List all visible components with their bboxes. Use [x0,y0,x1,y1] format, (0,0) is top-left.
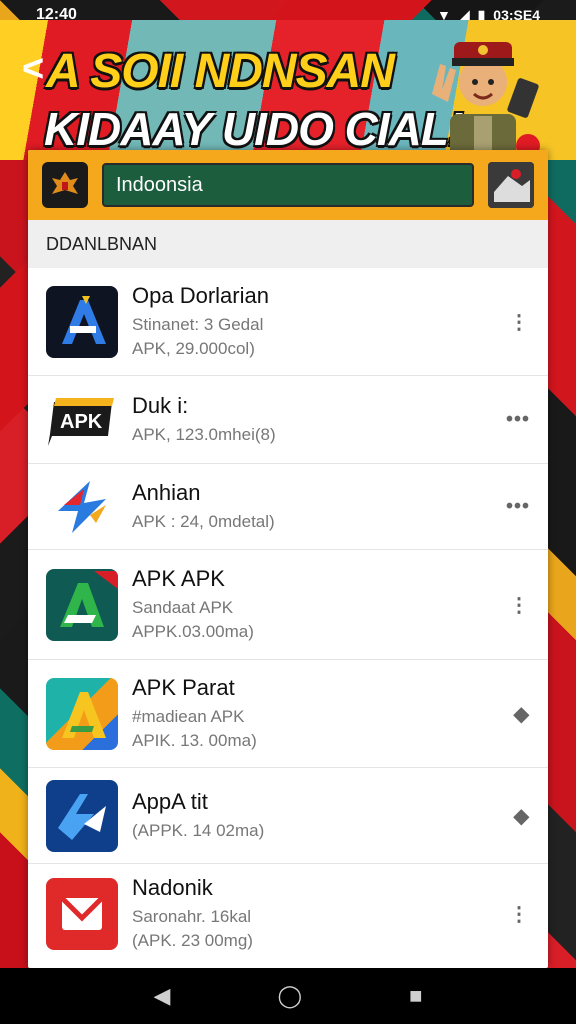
app-detail: APK : 24, 0mdetal) [132,511,275,531]
app-size: APIK. 13. 00ma) [132,730,257,750]
banner-title-line2: KIDAAY UIDO CIAL! [44,103,463,155]
list-item[interactable]: AppA tit (APPK. 14 02ma) ◆ [28,768,548,864]
app-name: Anhian [132,479,201,505]
list-item[interactable]: Anhian APK : 24, 0mdetal) ••• [28,464,548,550]
back-arrow-icon[interactable]: < [22,48,44,91]
svg-text:APK: APK [60,411,103,433]
app-detail: #madiean APK [132,706,245,726]
more-options-icon[interactable]: ••• [506,408,530,431]
banner-title-line1: A SOII NDNSAN [46,45,395,98]
app-text: Anhian APK : 24, 0mdetal) [132,480,530,534]
more-options-icon[interactable]: ⋮ [509,309,530,334]
list-item[interactable]: Nadonik Saronahr. 16kal (APK. 23 00mg) ⋮ [28,864,548,964]
list-item[interactable]: APK Parat #madiean APK APIK. 13. 00ma) ◆ [28,660,548,768]
soldier-mascot-icon [432,42,540,160]
more-options-icon[interactable]: ••• [506,495,530,518]
app-detail: (APPK. 14 02ma) [132,820,265,840]
app-detail: Stinanet: 3 Gedal [132,314,264,334]
app-text: Opa Dorlarian Stinanet: 3 Gedal APK, 29.… [132,283,530,361]
more-options-icon[interactable]: ⋮ [509,592,530,617]
app-name: Duk i: [132,392,189,418]
garuda-emblem-icon [42,162,88,208]
navigation-bar: ◀ ◯ ■ [0,968,576,1024]
app-text: APK APK Sandaat APK APPK.03.00ma) [132,566,530,644]
nav-back-icon[interactable]: ◀ [154,983,171,1009]
list-item[interactable]: Opa Dorlarian Stinanet: 3 Gedal APK, 29.… [28,268,548,376]
app-detail: Saronahr. 16kal [132,907,252,926]
a-letter-blue-icon [46,285,118,358]
list-item[interactable]: APK APK Sandaat APK APPK.03.00ma) ⋮ [28,550,548,660]
list-item[interactable]: APK Duk i: APK, 123.0mhei(8) ••• [28,376,548,464]
panel-header: Indoonsia [28,150,548,220]
app-name: Nadonik [132,875,213,900]
app-text: AppA tit (APPK. 14 02ma) [132,789,530,843]
app-detail: APK, 123.0mhei(8) [132,424,276,444]
green-a-icon [46,568,118,641]
app-text: Duk i: APK, 123.0mhei(8) [132,393,530,447]
more-options-icon[interactable]: ⋮ [509,902,530,927]
app-name: AppA tit [132,788,208,814]
app-list-panel: Indoonsia DDANLBNAN Opa Dorlarian Stinan… [28,150,548,968]
app-name: APK Parat [132,674,235,700]
blue-arrows-icon [46,779,118,852]
promo-banner: < A SOII NDNSAN KIDAAY UIDO CIAL! [0,20,576,160]
app-text: APK Parat #madiean APK APIK. 13. 00ma) [132,675,530,753]
app-name: Opa Dorlarian [132,282,269,308]
app-text: Nadonik Saronahr. 16kal (APK. 23 00mg) [132,875,530,953]
app-size: APK, 29.000col) [132,338,255,358]
arrow-star-icon [46,471,118,543]
app-size: APPK.03.00ma) [132,621,254,641]
nav-recents-icon[interactable]: ■ [409,983,422,1009]
app-name: APK APK [132,565,225,591]
search-input[interactable]: Indoonsia [102,163,474,207]
section-header: DDANLBNAN [28,220,548,268]
app-size: (APK. 23 00mg) [132,931,253,950]
nav-home-icon[interactable]: ◯ [277,983,302,1009]
red-mail-icon [46,878,118,950]
colorful-a-icon [46,677,118,750]
profile-thumbnail-icon[interactable] [488,162,534,208]
more-options-icon[interactable]: ◆ [514,701,530,726]
app-detail: Sandaat APK [132,597,234,617]
more-options-icon[interactable]: ◆ [514,803,530,828]
apk-badge-icon: APK [46,384,118,456]
